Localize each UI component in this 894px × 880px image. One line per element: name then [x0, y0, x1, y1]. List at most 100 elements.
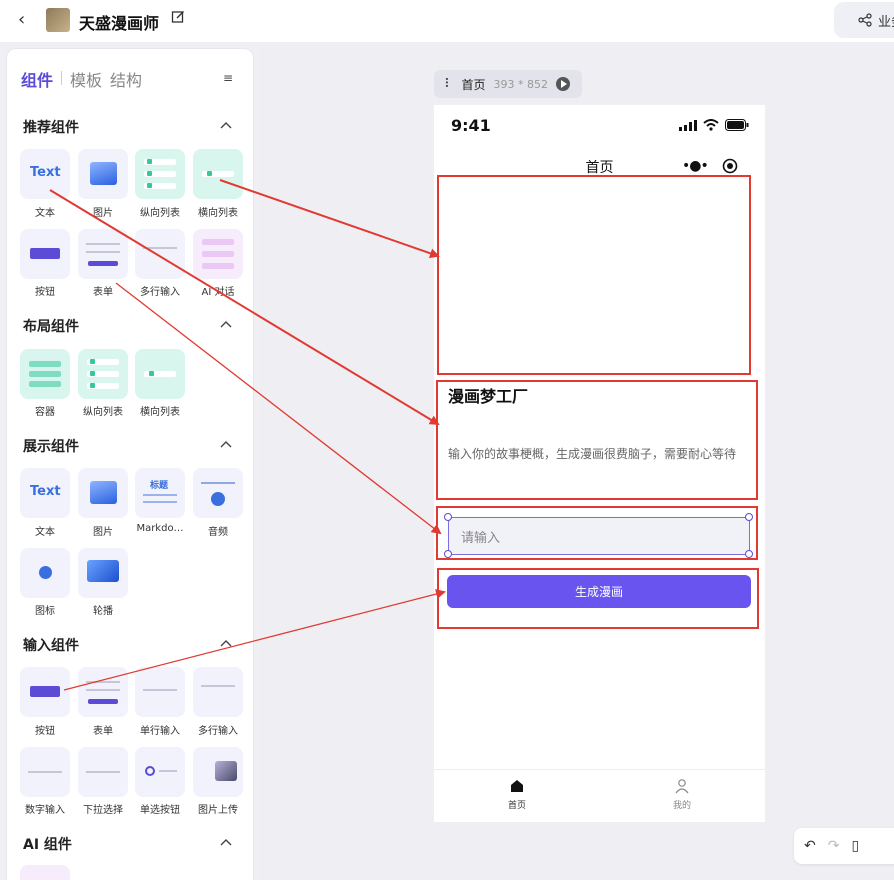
tile-select[interactable] — [78, 747, 128, 797]
tile-label: 图标 — [35, 606, 55, 617]
story-input[interactable]: 请输入 — [448, 517, 750, 555]
tile-label: 数字输入 — [25, 805, 65, 816]
tile-horizontal-list[interactable] — [193, 149, 243, 199]
redo-icon[interactable]: ↷ — [828, 838, 840, 854]
tile-horizontal-list[interactable] — [135, 349, 185, 399]
tile-number-input[interactable] — [20, 747, 70, 797]
tile-text[interactable]: Text — [20, 149, 70, 199]
content-title: 漫画梦工厂 — [448, 387, 529, 406]
resize-handle[interactable] — [444, 550, 452, 558]
share-button[interactable]: 业务 — [834, 2, 894, 38]
tabbar-item-home[interactable]: 首页 — [487, 778, 547, 811]
container-row — [29, 381, 61, 387]
collapse-panel-icon[interactable]: ≡ — [223, 71, 233, 85]
tile-markdown[interactable]: 标题 — [135, 468, 185, 518]
tile-image[interactable] — [78, 468, 128, 518]
drag-handle-icon[interactable]: ⠇ — [444, 77, 454, 92]
tile-vertical-list[interactable] — [135, 149, 185, 199]
tile-button[interactable] — [20, 229, 70, 279]
tile-carousel[interactable] — [78, 548, 128, 598]
tile-icon-set[interactable] — [20, 548, 70, 598]
radio-line — [159, 770, 177, 772]
status-icons — [679, 119, 749, 131]
section-title-input: 输入组件 — [23, 638, 79, 654]
tile-image-upload[interactable] — [193, 747, 243, 797]
tile-ai-chat[interactable] — [193, 229, 243, 279]
tile-radio[interactable] — [135, 747, 185, 797]
tile-label: 图片上传 — [198, 805, 238, 816]
tile-label: 纵向列表 — [83, 407, 123, 418]
tile-label: Markdo… — [136, 523, 184, 534]
edit-icon[interactable] — [171, 10, 185, 24]
tile-input[interactable] — [135, 667, 185, 717]
chevron-left-icon[interactable]: ‹ — [18, 9, 25, 30]
number-input-tile-icon — [28, 771, 62, 773]
resize-handle[interactable] — [745, 550, 753, 558]
audio-tile-icon — [211, 492, 225, 506]
list-dot — [147, 183, 152, 188]
list-dot — [90, 383, 95, 388]
wifi-icon — [703, 119, 719, 131]
tile-label: 表单 — [93, 726, 113, 737]
tile-button[interactable] — [20, 667, 70, 717]
close-circle-icon[interactable] — [722, 158, 738, 174]
tile-textarea[interactable] — [135, 229, 185, 279]
radio-tile-icon — [145, 766, 155, 776]
markdown-tile-icon: 标题 — [150, 481, 169, 491]
page-name: 首页 — [461, 77, 486, 92]
image-region-box — [437, 175, 751, 375]
tile-form[interactable] — [78, 229, 128, 279]
tile-ai[interactable] — [20, 865, 70, 880]
share-label: 业务 — [878, 14, 894, 30]
generate-comic-button[interactable]: 生成漫画 — [447, 575, 751, 608]
chevron-up-icon[interactable] — [219, 438, 233, 452]
button-tile-icon — [30, 686, 60, 697]
textarea-tile-icon — [201, 685, 235, 687]
chevron-up-icon[interactable] — [219, 318, 233, 332]
tab-bar: 首页 我的 — [434, 769, 765, 822]
share-icon — [858, 13, 872, 27]
more-icon[interactable]: •●• — [682, 158, 709, 174]
miniprogram-capsule[interactable]: •●• — [682, 157, 738, 175]
status-time: 9:41 — [451, 116, 491, 135]
resize-handle[interactable] — [745, 513, 753, 521]
chevron-up-icon[interactable] — [219, 836, 233, 850]
mouse-icon[interactable]: ▯ — [851, 838, 859, 854]
battery-icon — [725, 119, 749, 131]
app-title: 天盛漫画师 — [79, 14, 160, 33]
text-tile-icon: Text — [30, 165, 61, 180]
play-icon[interactable] — [556, 77, 571, 91]
tile-textarea[interactable] — [193, 667, 243, 717]
tab-structure[interactable]: 结构 — [110, 67, 142, 91]
tab-divider — [61, 71, 63, 85]
tile-container[interactable] — [20, 349, 70, 399]
tile-image[interactable] — [78, 149, 128, 199]
tile-text[interactable]: Text — [20, 468, 70, 518]
image-tile-icon — [90, 481, 117, 504]
tile-label: 图片 — [93, 208, 113, 219]
tile-label: 文本 — [35, 208, 55, 219]
home-icon — [511, 780, 523, 792]
chevron-up-icon[interactable] — [219, 119, 233, 133]
tab-components[interactable]: 组件 — [21, 67, 53, 91]
tile-label: 下拉选择 — [83, 805, 123, 816]
undo-icon[interactable]: ↶ — [804, 838, 816, 854]
user-icon — [675, 779, 689, 794]
tabbar-item-mine[interactable]: 我的 — [652, 778, 712, 811]
tile-form[interactable] — [78, 667, 128, 717]
content-description: 输入你的故事梗概，生成漫画很费脑子，需要耐心等待 — [448, 447, 737, 461]
page-tag[interactable]: ⠇ 首页 393 * 852 — [434, 70, 582, 98]
container-row — [29, 371, 61, 377]
app-logo — [46, 8, 70, 32]
form-line — [86, 251, 120, 253]
resize-handle[interactable] — [444, 513, 452, 521]
chevron-up-icon[interactable] — [219, 637, 233, 651]
carousel-tile-icon — [87, 560, 119, 582]
tile-vertical-list[interactable] — [78, 349, 128, 399]
tab-templates[interactable]: 模板 — [70, 67, 102, 91]
tile-audio[interactable] — [193, 468, 243, 518]
form-line — [86, 689, 120, 691]
section-title-recommended: 推荐组件 — [23, 120, 79, 136]
page-dims: 393 * 852 — [493, 77, 549, 91]
container-tile-icon — [29, 361, 61, 367]
